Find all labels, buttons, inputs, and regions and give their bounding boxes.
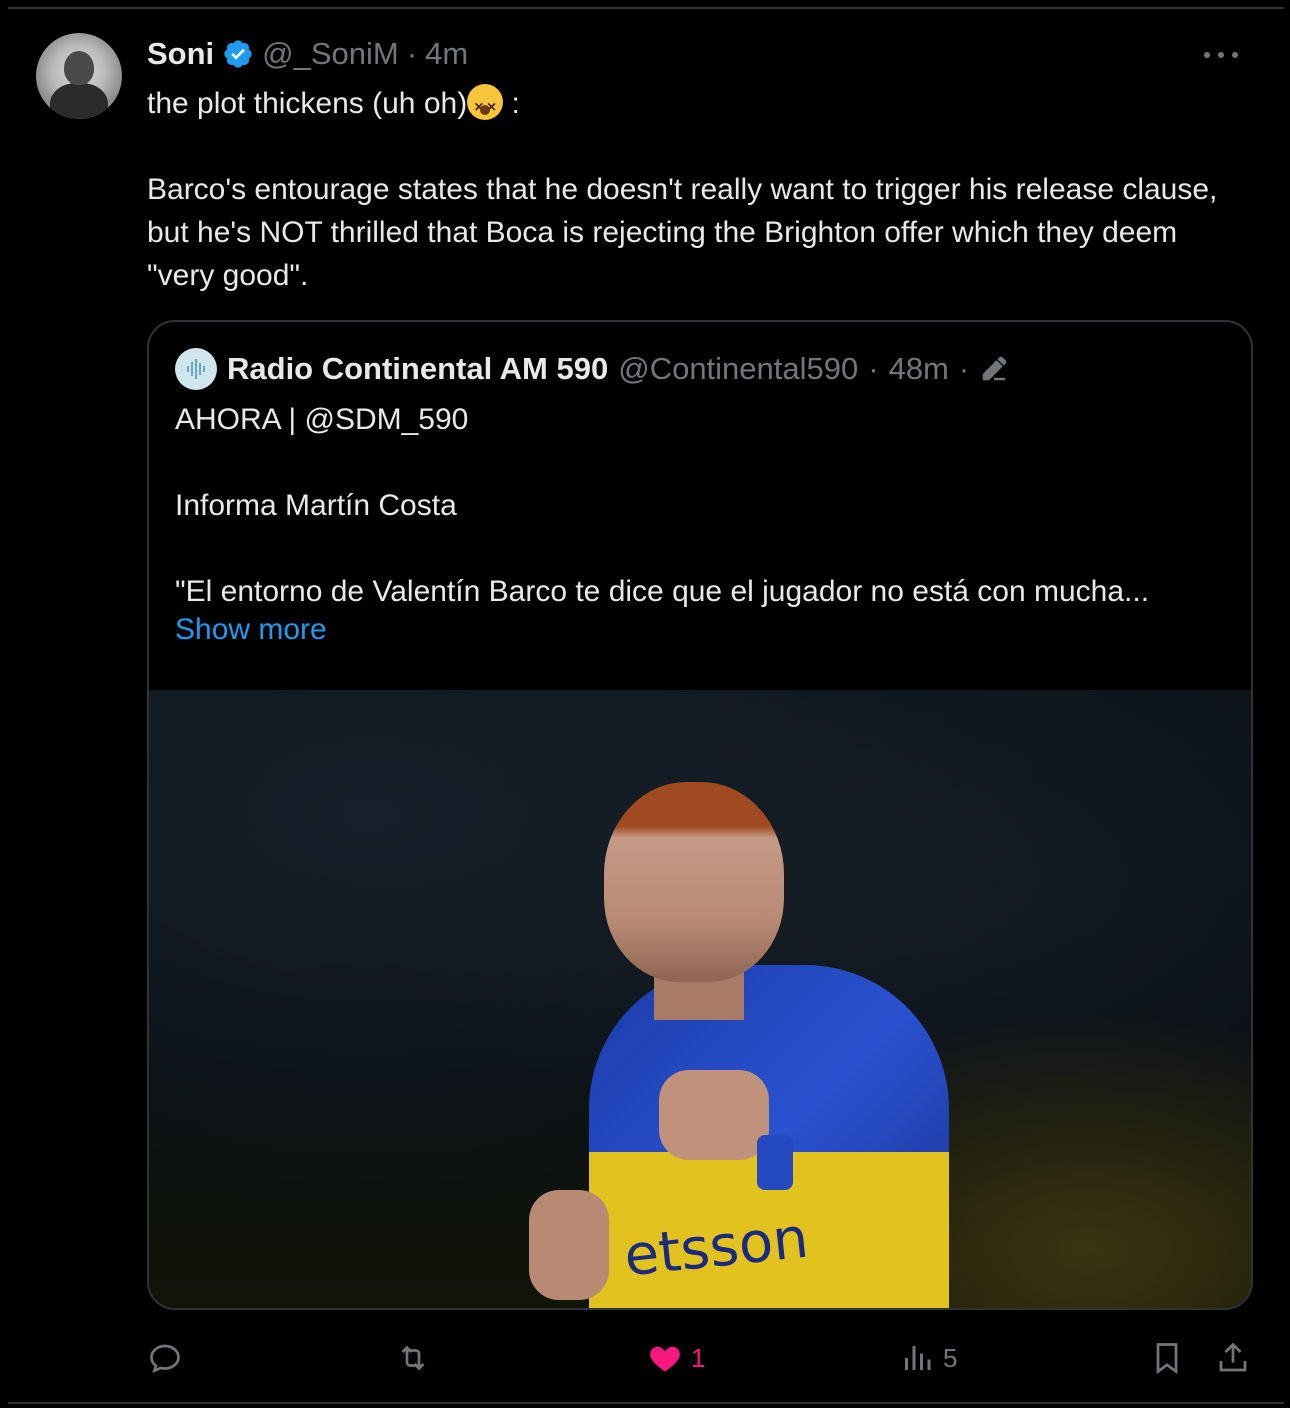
tweet-text-line1-suffix: : <box>503 87 520 120</box>
heart-filled-icon <box>650 1346 680 1372</box>
retweet-button[interactable] <box>395 1336 431 1380</box>
tweet-header: Soni @_SoniM · 4m <box>147 34 468 74</box>
retweet-icon <box>401 1345 425 1371</box>
separator-dot: · <box>406 36 418 71</box>
tweet-text: the plot thickens (uh oh) : Barco's ento… <box>147 82 1237 297</box>
author-handle[interactable]: @_SoniM <box>262 36 399 72</box>
tweet-card: Soni @_SoniM · 4m the plot thickens (uh … <box>0 0 1290 1408</box>
separator-dot: · <box>868 351 879 386</box>
separator-dot: · <box>958 351 970 386</box>
share-icon <box>1219 1342 1247 1372</box>
quoted-tweet-header: Radio Continental AM 590 @Continental590… <box>175 348 1009 390</box>
edited-pencil-icon[interactable] <box>979 354 1009 384</box>
dizzy-face-emoji-icon <box>467 84 504 129</box>
like-button[interactable]: 1 <box>647 1336 705 1380</box>
divider <box>8 1402 1284 1404</box>
player-wristband <box>757 1135 793 1190</box>
tweet-text-line1: the plot thickens (uh oh) <box>147 87 468 120</box>
quoted-tweet-timestamp[interactable]: 48m <box>889 351 949 387</box>
author-display-name[interactable]: Soni <box>147 36 214 72</box>
tweet-timestamp[interactable]: 4m <box>425 36 468 72</box>
quoted-tweet-text: AHORA | @SDM_590 Informa Martín Costa "E… <box>175 403 1150 608</box>
quoted-author-avatar[interactable] <box>175 348 217 390</box>
tweet-text-body: Barco's entourage states that he doesn't… <box>147 173 1226 292</box>
avatar[interactable] <box>36 33 122 119</box>
quoted-author-display-name[interactable]: Radio Continental AM 590 <box>227 351 608 387</box>
view-count: 5 <box>943 1342 958 1373</box>
views-icon <box>905 1346 931 1370</box>
views-button[interactable]: 5 <box>899 1336 957 1380</box>
like-count: 1 <box>691 1342 706 1373</box>
quoted-tweet[interactable]: Radio Continental AM 590 @Continental590… <box>147 320 1253 1310</box>
share-button[interactable] <box>1215 1336 1251 1380</box>
radio-logo-icon <box>187 359 205 379</box>
show-more-link[interactable]: Show more <box>175 613 327 647</box>
tweet-actions-bar: 1 5 <box>147 1336 1253 1380</box>
player-hand <box>529 1190 609 1300</box>
player-hand <box>659 1070 769 1160</box>
bookmark-icon <box>1156 1343 1178 1375</box>
divider <box>8 7 1284 9</box>
reply-button[interactable] <box>147 1336 183 1380</box>
quoted-tweet-image[interactable]: etsson <box>149 690 1251 1308</box>
player-head <box>604 782 784 982</box>
more-options-icon[interactable] <box>1204 38 1238 72</box>
bookmark-button[interactable] <box>1149 1336 1185 1380</box>
reply-icon <box>150 1344 180 1374</box>
verified-badge-icon <box>224 40 252 68</box>
quoted-author-handle[interactable]: @Continental590 <box>618 351 858 387</box>
